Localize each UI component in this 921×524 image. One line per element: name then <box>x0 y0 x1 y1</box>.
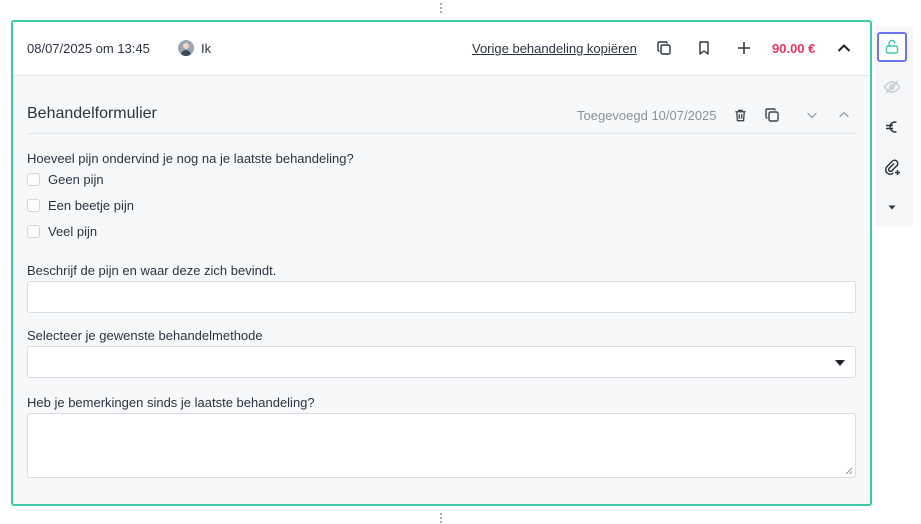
user-info: Ik <box>178 40 211 56</box>
more-button[interactable] <box>877 192 907 222</box>
question-pain-level: Hoeveel pijn ondervind je nog na je laat… <box>27 151 354 166</box>
bookmark-icon[interactable] <box>694 38 714 58</box>
chevron-up-icon[interactable] <box>834 105 854 125</box>
question-treatment-method: Selecteer je gewenste behandelmethode <box>27 328 263 343</box>
unlock-icon <box>885 39 899 54</box>
pain-description-input[interactable] <box>27 281 856 313</box>
option-some-pain[interactable]: Een beetje pijn <box>27 198 134 213</box>
user-name: Ik <box>201 40 212 56</box>
unlock-button[interactable] <box>877 32 907 62</box>
copy-icon[interactable] <box>654 38 674 58</box>
drag-handle-top[interactable] <box>439 3 442 13</box>
chevron-up-icon[interactable] <box>834 38 854 58</box>
avatar <box>178 40 194 56</box>
trash-icon[interactable] <box>730 105 750 125</box>
caret-down-icon <box>888 205 896 210</box>
caret-down-icon <box>835 360 845 366</box>
attach-add-icon <box>884 159 900 175</box>
treatment-card: 08/07/2025 om 13:45 Ik Vorige behandelin… <box>11 20 872 506</box>
question-describe-pain: Beschrijf de pijn en waar deze zich bevi… <box>27 263 277 278</box>
remarks-textarea[interactable] <box>27 413 856 478</box>
option-much-pain[interactable]: Veel pijn <box>27 224 97 239</box>
question-remarks: Heb je bemerkingen sinds je laatste beha… <box>27 395 315 410</box>
chevron-down-icon[interactable] <box>802 105 822 125</box>
divider <box>27 133 856 134</box>
add-attachment-button[interactable] <box>877 152 907 182</box>
card-header: 08/07/2025 om 13:45 Ik Vorige behandelin… <box>13 22 870 76</box>
payment-button[interactable] <box>877 112 907 142</box>
side-toolbar <box>874 26 913 226</box>
option-label: Geen pijn <box>48 172 104 187</box>
visibility-button[interactable] <box>877 72 907 102</box>
checkbox[interactable] <box>27 173 40 186</box>
euro-icon <box>886 121 897 133</box>
added-date: Toegevoegd 10/07/2025 <box>577 108 717 123</box>
plus-icon[interactable] <box>734 38 754 58</box>
checkbox[interactable] <box>27 225 40 238</box>
checkbox[interactable] <box>27 199 40 212</box>
option-label: Veel pijn <box>48 224 98 239</box>
copy-previous-treatment-link[interactable]: Vorige behandeling kopiëren <box>472 41 637 56</box>
resize-handle-icon[interactable] <box>845 467 853 475</box>
copy-form-icon[interactable] <box>762 105 782 125</box>
treatment-method-select[interactable] <box>27 346 856 378</box>
price: 90.00 € <box>772 41 816 56</box>
drag-handle-bottom[interactable] <box>439 513 442 523</box>
option-label: Een beetje pijn <box>48 198 135 213</box>
eye-off-icon <box>883 80 901 94</box>
option-no-pain[interactable]: Geen pijn <box>27 172 104 187</box>
appointment-date: 08/07/2025 om 13:45 <box>27 41 150 56</box>
form-title: Behandelformulier <box>27 105 157 122</box>
